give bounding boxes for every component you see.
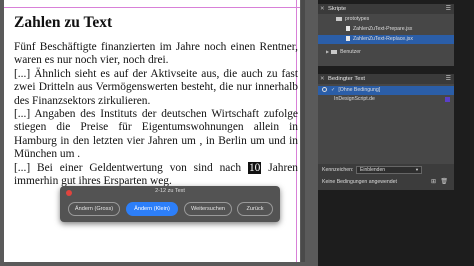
panel-menu-icon[interactable]: ☰ [446, 4, 451, 14]
conditions-panel-title: Bedingter Text [328, 76, 365, 82]
new-condition-icon[interactable]: ⊞ [431, 178, 436, 185]
scripts-panel-header[interactable]: ✕ Skripte ☰ [318, 4, 454, 14]
paragraph-2: [...] Ähnlich sieht es auf der Aktivseit… [14, 67, 298, 107]
close-icon[interactable]: ✕ [320, 4, 325, 14]
back-button[interactable]: Zurück [237, 202, 273, 216]
scripts-panel-body: prototypes ZahlenZuText-Prepare.jsx Zahl… [318, 14, 454, 66]
condition-none[interactable]: ✓ [Ohne Bedingung] [318, 86, 454, 95]
conditions-panel-header[interactable]: ✕ Bedingter Text ☰ [318, 74, 454, 84]
paragraph-4-lead: [...] Bei einer Geldentwertung von sind … [14, 161, 248, 174]
folder-icon [336, 16, 342, 21]
chevron-down-icon: ▼ [415, 167, 419, 172]
document-title: Zahlen zu Text [14, 14, 113, 31]
script-folder-prototypes[interactable]: prototypes [318, 15, 454, 24]
trash-icon[interactable]: 🗑 [440, 178, 448, 185]
page-edge-shadow [301, 0, 305, 262]
close-icon[interactable]: ✕ [320, 74, 325, 84]
conditions-panel-footer: Kennzeichen: Einblenden ▼ Keine Bedingung… [318, 164, 454, 190]
eye-icon[interactable] [322, 87, 327, 93]
document-canvas: Zahlen zu Text Fünf Beschäftigte finanzi… [0, 0, 318, 266]
checkmark-icon: ✓ [331, 87, 336, 93]
chevron-right-icon[interactable]: ▶ [326, 49, 329, 54]
condition-color-swatch [445, 97, 450, 102]
margin-guide-top [4, 7, 300, 8]
script-file-icon [346, 36, 350, 42]
paragraph-4: [...] Bei einer Geldentwertung von sind … [14, 161, 298, 189]
script-dialog: 2-12 zu Text Ändern (Gross) Ändern (Klei… [60, 186, 280, 222]
find-next-button[interactable]: Weitersuchen [184, 202, 232, 216]
change-uppercase-button[interactable]: Ändern (Gross) [68, 202, 120, 216]
show-indicator-select[interactable]: Einblenden ▼ [356, 166, 422, 174]
text-frame[interactable]: Zahlen zu Text Fünf Beschäftigte finanzi… [14, 14, 298, 188]
script-folder-user[interactable]: ▶ Benutzer [318, 47, 454, 56]
right-panel-dock: ✕ Skripte ☰ prototypes ZahlenZuText-Prep… [318, 0, 474, 266]
script-item-replace[interactable]: ZahlenZuText-Replace.jsx [318, 35, 454, 44]
paragraph-1: Fünf Beschäftigte finanzierten im Jahre … [14, 41, 298, 67]
dialog-title: 2-12 zu Text [155, 188, 185, 194]
scripts-panel-title: Skripte [328, 6, 347, 12]
change-lowercase-button[interactable]: Ändern (Klein) [126, 202, 178, 216]
script-item-prepare[interactable]: ZahlenZuText-Prepare.jsx [318, 25, 454, 34]
selected-number[interactable]: 10 [247, 161, 262, 174]
script-file-icon [346, 26, 350, 32]
paragraph-3: [...] Angaben des Instituts der deutsche… [14, 108, 298, 161]
panel-menu-icon[interactable]: ☰ [446, 74, 451, 84]
condition-indesignscript[interactable]: InDesignScript.de [318, 95, 454, 104]
folder-icon [331, 49, 338, 54]
